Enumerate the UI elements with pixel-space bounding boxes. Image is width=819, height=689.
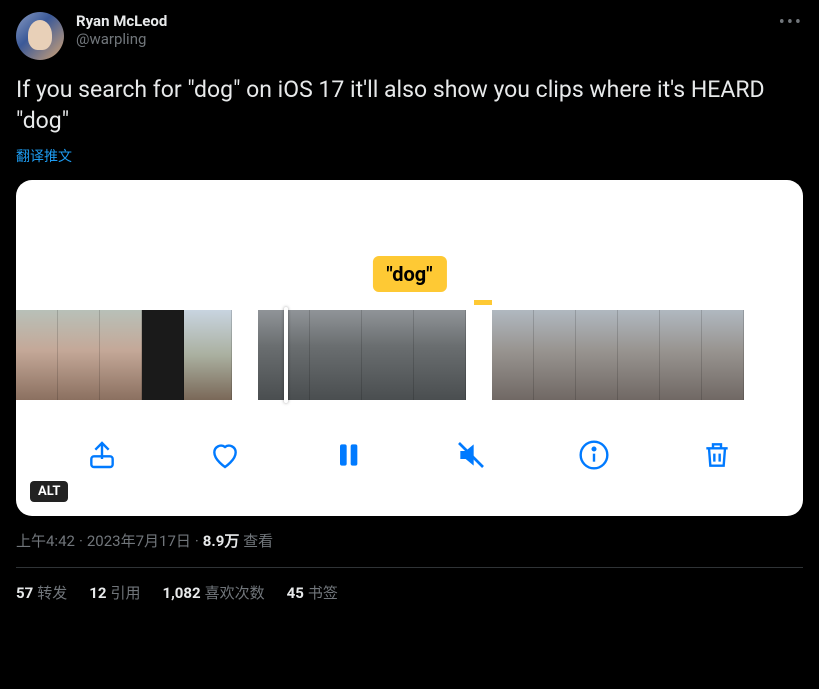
clip-frame <box>702 310 744 400</box>
clip-frame <box>310 310 362 400</box>
tweet-container: ••• Ryan McLeod @warpling If you search … <box>0 0 819 615</box>
avatar[interactable] <box>16 12 64 60</box>
retweet-count: 57 <box>16 584 33 602</box>
clip-frame <box>618 310 660 400</box>
translate-link[interactable]: 翻译推文 <box>16 146 72 166</box>
bookmark-count: 45 <box>287 584 304 602</box>
media-toolbar <box>16 420 803 490</box>
alt-badge[interactable]: ALT <box>30 481 68 502</box>
tweet-meta: 上午4:42·2023年7月17日·8.9万 查看 <box>16 530 803 551</box>
clip-frame <box>660 310 702 400</box>
quote-label: 引用 <box>110 584 140 602</box>
post-date[interactable]: 2023年7月17日 <box>87 532 191 550</box>
quote-stat[interactable]: 12引用 <box>89 582 140 603</box>
clip-frame <box>58 310 100 400</box>
pause-icon[interactable] <box>330 437 366 473</box>
clip-frame <box>492 310 534 400</box>
search-tag-bubble: "dog" <box>372 256 446 292</box>
quote-count: 12 <box>89 584 106 602</box>
mute-icon[interactable] <box>453 437 489 473</box>
view-label: 查看 <box>243 532 273 550</box>
divider <box>16 567 803 568</box>
display-name: Ryan McLeod <box>76 12 167 30</box>
clip-frame <box>362 310 414 400</box>
timeline-marker <box>474 300 492 305</box>
like-stat[interactable]: 1,082 喜欢次数 <box>162 582 264 603</box>
tweet-body: If you search for "dog" on iOS 17 it'll … <box>16 74 803 136</box>
clip-frame <box>414 310 466 400</box>
media-attachment[interactable]: "dog" <box>16 180 803 516</box>
clip-frame <box>16 310 58 400</box>
bookmark-stat[interactable]: 45书签 <box>287 582 338 603</box>
clip-frame <box>534 310 576 400</box>
clip-frame <box>184 310 232 400</box>
playhead[interactable] <box>284 307 288 403</box>
clip-frame <box>100 310 142 400</box>
retweet-stat[interactable]: 57转发 <box>16 582 67 603</box>
retweet-label: 转发 <box>37 584 67 602</box>
info-icon[interactable] <box>576 437 612 473</box>
clip-frame <box>576 310 618 400</box>
tweet-header: Ryan McLeod @warpling <box>16 12 803 60</box>
like-label: 喜欢次数 <box>205 584 265 602</box>
post-time[interactable]: 上午4:42 <box>16 532 75 550</box>
clip-group-3 <box>492 310 744 400</box>
like-count: 1,082 <box>162 584 200 602</box>
clip-group-2 <box>258 310 466 400</box>
view-count: 8.9万 <box>203 532 240 550</box>
handle: @warpling <box>76 30 167 48</box>
stats-row: 57转发 12引用 1,082 喜欢次数 45书签 <box>16 582 803 603</box>
author-block[interactable]: Ryan McLeod @warpling <box>76 12 167 48</box>
heart-icon[interactable] <box>207 437 243 473</box>
more-options-button[interactable]: ••• <box>779 12 803 33</box>
clip-frame <box>142 310 184 400</box>
bookmark-label: 书签 <box>308 584 338 602</box>
video-timeline <box>16 310 803 400</box>
clip-group-1 <box>16 310 232 400</box>
share-icon[interactable] <box>84 437 120 473</box>
trash-icon[interactable] <box>699 437 735 473</box>
